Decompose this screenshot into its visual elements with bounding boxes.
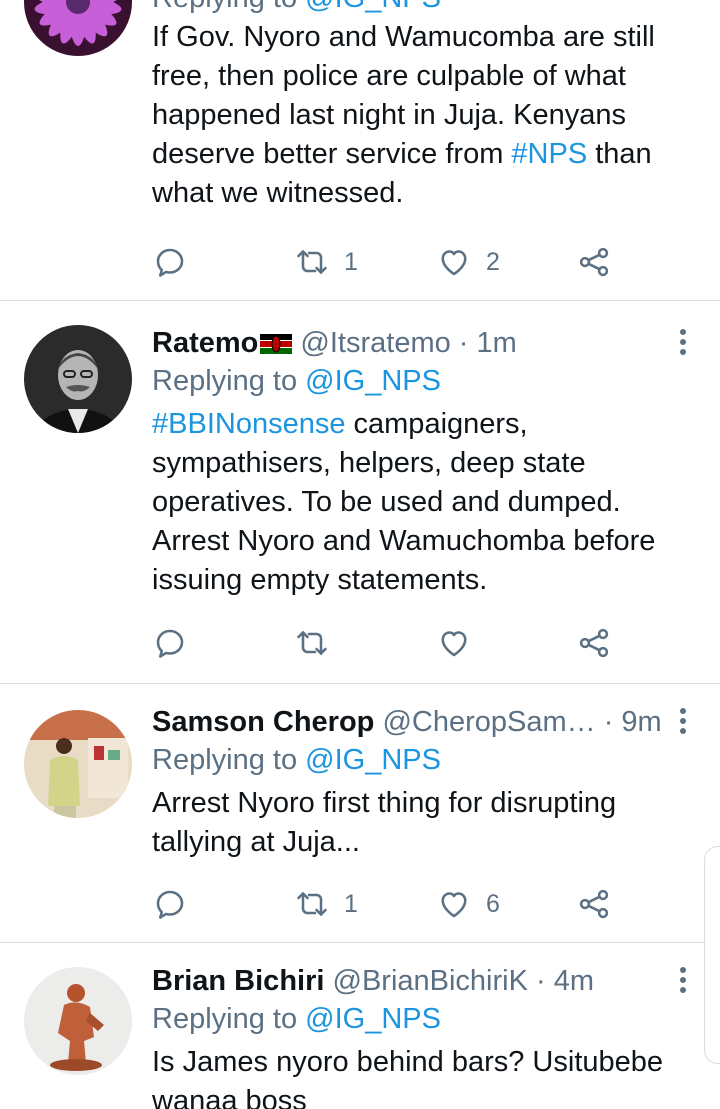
tweet-3[interactable]: Brian Bichiri @BrianBichiriK · 4m Replyi…: [0, 943, 720, 1109]
retweet-count: 1: [344, 247, 358, 276]
reply-button[interactable]: [152, 623, 188, 663]
floating-scroll-handle[interactable]: [704, 846, 720, 1064]
tweet-text: Arrest Nyoro first thing for disrupting …: [152, 787, 617, 858]
more-options-icon: [680, 329, 686, 335]
like-count: 2: [486, 247, 500, 276]
retweet-count: 1: [344, 889, 358, 918]
reply-button[interactable]: [152, 884, 188, 924]
share-button[interactable]: [576, 242, 612, 282]
heart-icon: [441, 250, 467, 276]
replying-prefix: Replying to: [152, 365, 298, 397]
tweet-body: #BBINonsense campaigners, sympathisers, …: [152, 405, 696, 600]
more-options-icon: [680, 967, 686, 973]
tweet-actions: [152, 623, 632, 663]
like-count: 6: [486, 889, 500, 918]
author-name[interactable]: Samson Cherop: [152, 706, 374, 738]
like-button[interactable]: [436, 623, 486, 663]
more-options-button[interactable]: [678, 329, 688, 359]
retweet-icon: [297, 250, 327, 274]
more-options-icon: [680, 708, 686, 714]
author-name[interactable]: Ratemo: [152, 327, 258, 359]
like-button[interactable]: 2: [436, 242, 500, 282]
share-icon: [579, 247, 609, 277]
retweet-button[interactable]: [294, 623, 344, 663]
more-options-button[interactable]: [678, 708, 688, 738]
retweet-icon: [297, 631, 327, 655]
avatar-flower[interactable]: [24, 0, 132, 56]
replying-to: Replying to @IG_NPS: [152, 740, 696, 780]
avatar-sculpture[interactable]: [24, 967, 132, 1075]
retweet-button[interactable]: 1: [294, 884, 358, 924]
tweet-header: Samson Cherop @CheropSam… · 9m: [152, 704, 696, 740]
like-button[interactable]: 6: [436, 884, 500, 924]
tweet-body: If Gov. Nyoro and Wamucomba are still fr…: [152, 18, 696, 213]
reply-button[interactable]: [152, 242, 188, 282]
tweet-time[interactable]: · 4m: [536, 965, 594, 997]
replying-prefix: Replying to: [152, 1003, 298, 1035]
replying-to-link[interactable]: @IG_NPS: [305, 0, 441, 14]
avatar-portrait[interactable]: [24, 325, 132, 433]
tweet-body: Arrest Nyoro first thing for disrupting …: [152, 784, 696, 862]
kenya-flag-icon: [260, 334, 293, 354]
reply-icon: [156, 629, 184, 658]
tweet-header: Ratemo @Itsratemo · 1m: [152, 325, 696, 361]
flower-avatar-image: [24, 0, 132, 56]
replying-to: Replying to @IG_NPS: [152, 361, 696, 401]
share-button[interactable]: [576, 884, 612, 924]
tweet-2[interactable]: Samson Cherop @CheropSam… · 9m Replying …: [0, 684, 720, 942]
tweet-text: Is James nyoro behind bars? Usitubebe wa…: [152, 1046, 664, 1109]
more-options-button[interactable]: [678, 967, 688, 997]
hashtag-link[interactable]: #BBINonsense: [152, 408, 345, 440]
author-handle[interactable]: @BrianBichiriK: [333, 965, 528, 997]
person-avatar-image: [24, 710, 132, 818]
replying-to-link[interactable]: @IG_NPS: [305, 1003, 441, 1035]
author-handle[interactable]: @Itsratemo: [300, 327, 450, 359]
share-icon: [579, 628, 609, 658]
share-icon: [579, 889, 609, 919]
share-button[interactable]: [576, 623, 612, 663]
tweet-time[interactable]: · 9m: [604, 706, 662, 738]
heart-icon: [441, 892, 467, 918]
avatar-person[interactable]: [24, 710, 132, 818]
replying-prefix: Replying to: [152, 744, 298, 776]
heart-icon: [441, 631, 467, 657]
reply-icon: [156, 890, 184, 919]
tweet-actions: 1 2: [152, 242, 632, 282]
replying-to: Replying to @IG_NPS: [152, 0, 696, 18]
replying-to-link[interactable]: @IG_NPS: [305, 744, 441, 776]
replying-prefix: Replying to: [152, 0, 297, 14]
sculpture-avatar-image: [24, 967, 132, 1075]
tweet-time[interactable]: · 1m: [459, 327, 517, 359]
tweet-0[interactable]: Replying to @IG_NPS If Gov. Nyoro and Wa…: [0, 0, 720, 300]
tweet-header: Brian Bichiri @BrianBichiriK · 4m: [152, 963, 696, 999]
reply-icon: [156, 248, 184, 277]
author-name[interactable]: Brian Bichiri: [152, 965, 324, 997]
retweet-button[interactable]: 1: [294, 242, 358, 282]
tweet-1[interactable]: Ratemo @Itsratemo · 1m Replying to @IG_N…: [0, 301, 720, 683]
tweet-body: Is James nyoro behind bars? Usitubebe wa…: [152, 1043, 696, 1109]
replying-to: Replying to @IG_NPS: [152, 999, 696, 1039]
retweet-icon: [297, 892, 327, 916]
portrait-avatar-image: [24, 325, 132, 433]
hashtag-link[interactable]: #NPS: [511, 138, 587, 170]
replying-to-link[interactable]: @IG_NPS: [305, 365, 441, 397]
tweet-actions: 1 6: [152, 884, 632, 924]
author-handle[interactable]: @CheropSam…: [382, 706, 595, 738]
